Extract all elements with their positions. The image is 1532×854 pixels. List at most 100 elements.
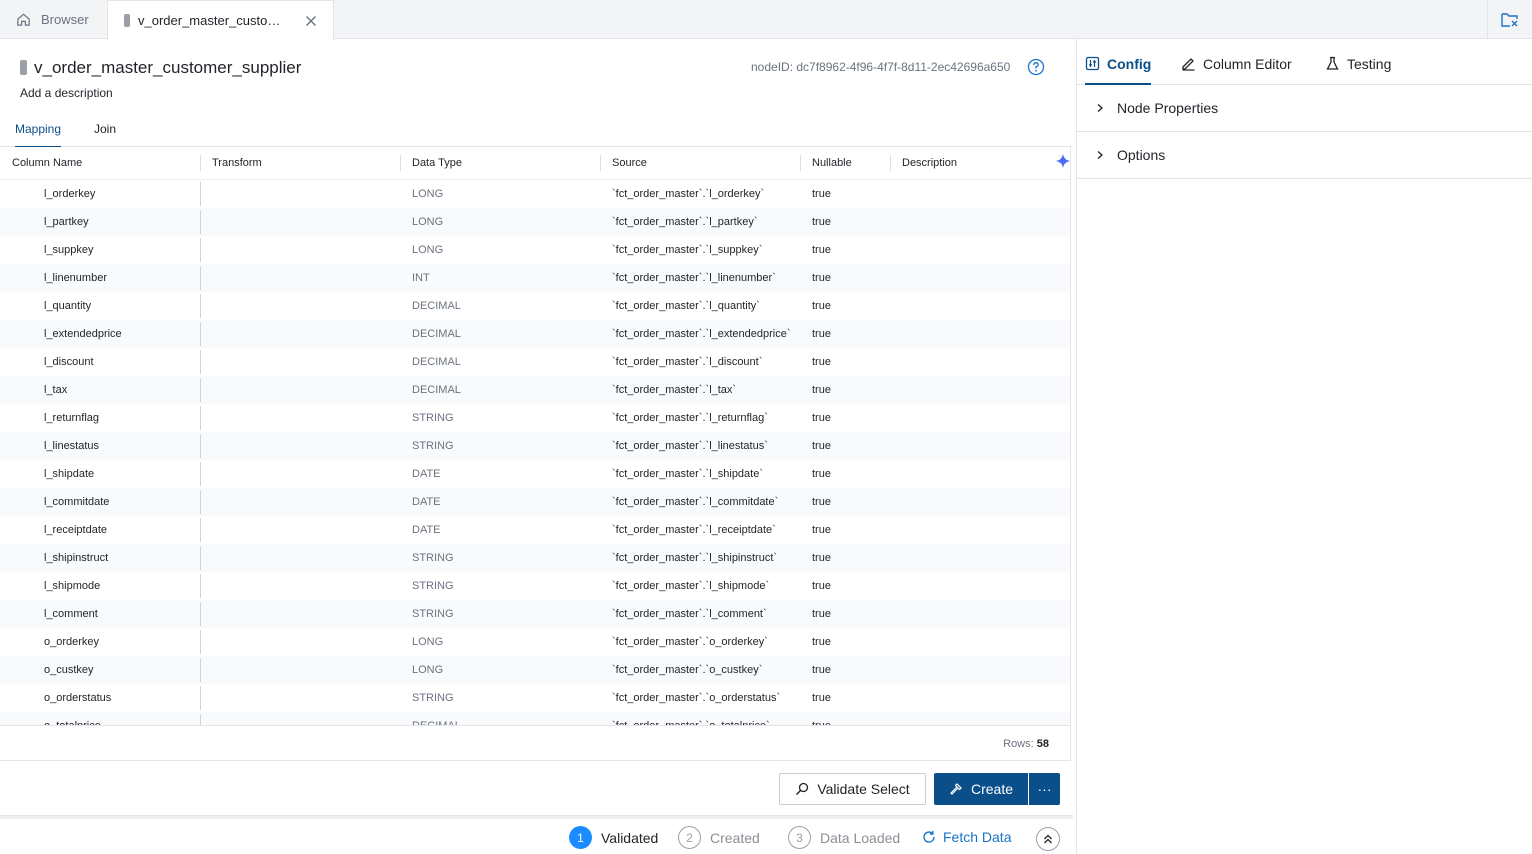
table-row[interactable]: l_orderkey LONG `fct_order_master`.`l_orde… (0, 180, 1070, 208)
table-row[interactable]: o_orderstatus STRING `fct_order_master`.`o… (0, 684, 1070, 712)
nullable-cell: true (812, 412, 831, 424)
transform-cell[interactable] (200, 546, 201, 570)
chevron-right-icon (1097, 151, 1103, 159)
source-cell: `fct_order_master`.`l_extendedprice` (612, 328, 791, 340)
tab-column-editor[interactable]: Column Editor (1181, 56, 1292, 85)
nullable-cell: true (812, 216, 831, 228)
column-divider[interactable] (600, 155, 601, 171)
step-number: 1 (569, 826, 592, 849)
table-row[interactable]: l_quantity DECIMAL `fct_order_master`.`l_q… (0, 292, 1070, 320)
header-column-name[interactable]: Column Name (12, 157, 82, 169)
tab-join[interactable]: Join (94, 122, 116, 144)
table-row[interactable]: l_commitdate DATE `fct_order_master`.`l_co… (0, 488, 1070, 516)
table-row[interactable]: l_shipinstruct STRING `fct_order_master`.`… (0, 544, 1070, 572)
more-actions-button[interactable]: ··· (1029, 773, 1060, 805)
column-name-cell: l_commitdate (44, 496, 110, 508)
node-title[interactable]: v_order_master_customer_supplier (34, 58, 301, 78)
transform-cell[interactable] (200, 294, 201, 318)
nullable-cell: true (812, 580, 831, 592)
table-row[interactable]: l_partkey LONG `fct_order_master`.`l_partk… (0, 208, 1070, 236)
close-icon[interactable] (303, 13, 319, 29)
table-footer: Rows: 58 (0, 725, 1071, 761)
transform-cell[interactable] (200, 658, 201, 682)
column-name-cell: l_returnflag (44, 412, 100, 424)
data-type-cell: DATE (412, 468, 441, 480)
transform-cell[interactable] (200, 686, 201, 710)
nullable-cell: true (812, 496, 831, 508)
table-row[interactable]: l_suppkey LONG `fct_order_master`.`l_suppk… (0, 236, 1070, 264)
search-icon (796, 782, 809, 795)
flask-icon (1326, 56, 1339, 70)
tab-testing[interactable]: Testing (1325, 56, 1391, 85)
transform-cell[interactable] (200, 322, 201, 346)
transform-cell[interactable] (200, 490, 201, 514)
transform-cell[interactable] (200, 714, 201, 725)
table-row[interactable]: o_custkey LONG `fct_order_master`.`o_custk… (0, 656, 1070, 684)
transform-cell[interactable] (200, 406, 201, 430)
header-nullable[interactable]: Nullable (812, 157, 852, 169)
column-divider[interactable] (800, 155, 801, 171)
table-row[interactable]: l_shipmode STRING `fct_order_master`.`l_sh… (0, 572, 1070, 600)
transform-cell[interactable] (200, 378, 201, 402)
table-row[interactable]: l_extendedprice DECIMAL `fct_order_master`… (0, 320, 1070, 348)
header-description[interactable]: Description (902, 157, 957, 169)
transform-cell[interactable] (200, 462, 201, 486)
transform-cell[interactable] (200, 182, 201, 206)
column-name-cell: l_quantity (44, 300, 92, 312)
column-divider[interactable] (400, 155, 401, 171)
transform-cell[interactable] (200, 518, 201, 542)
create-button[interactable]: Create (934, 773, 1028, 805)
table-row[interactable]: o_orderkey LONG `fct_order_master`.`o_orde… (0, 628, 1070, 656)
header-transform[interactable]: Transform (212, 157, 262, 169)
transform-cell[interactable] (200, 266, 201, 290)
validate-select-button[interactable]: Validate Select (779, 773, 926, 805)
close-panel-button[interactable] (1487, 0, 1532, 39)
table-row[interactable]: o_totalpriceDECIMAL`fct_order_master`.`o… (0, 712, 1070, 725)
transform-cell[interactable] (200, 238, 201, 262)
column-name-cell: l_shipmode (44, 580, 101, 592)
column-name-cell: l_partkey (44, 216, 89, 228)
transform-cell[interactable] (200, 434, 201, 458)
table-row[interactable]: l_shipdate DATE `fct_order_master`.`l_ship… (0, 460, 1070, 488)
source-cell: `fct_order_master`.`l_commitdate` (612, 496, 779, 508)
tab-config[interactable]: Config (1085, 56, 1152, 85)
tab-testing-label: Testing (1347, 56, 1392, 72)
column-divider[interactable] (200, 155, 201, 171)
sliders-icon (1085, 56, 1100, 71)
transform-cell[interactable] (200, 210, 201, 234)
tab-browser[interactable]: Browser (0, 0, 105, 39)
table-row[interactable]: l_linestatus STRING `fct_order_master`.`l_… (0, 432, 1070, 460)
header-data-type[interactable]: Data Type (412, 157, 462, 169)
section-node-properties[interactable]: Node Properties (1077, 85, 1532, 132)
tab-node[interactable]: v_order_master_customer_supplier (107, 0, 334, 40)
table-row[interactable]: l_comment STRING `fct_order_master`.`l_com… (0, 600, 1070, 628)
data-type-cell: LONG (412, 188, 444, 200)
fetch-data-button[interactable]: Fetch Data (922, 829, 1011, 845)
table-row[interactable]: l_receiptdate DATE `fct_order_master`.`l_r… (0, 516, 1070, 544)
add-description-link[interactable]: Add a description (20, 86, 113, 100)
data-type-cell: DECIMAL (412, 384, 461, 396)
table-row[interactable]: l_linenumber INT `fct_order_master`.`l_lin… (0, 264, 1070, 292)
table-row[interactable]: l_returnflag STRING `fct_order_master`.`l_… (0, 404, 1070, 432)
tab-column-editor-label: Column Editor (1203, 56, 1292, 72)
help-icon[interactable] (1027, 58, 1045, 76)
source-cell: `fct_order_master`.`l_comment` (612, 608, 767, 620)
table-row[interactable]: l_discount DECIMAL `fct_order_master`.`l_d… (0, 348, 1070, 376)
header-source[interactable]: Source (612, 157, 647, 169)
section-options[interactable]: Options (1077, 132, 1532, 179)
transform-cell[interactable] (200, 350, 201, 374)
source-cell: `fct_order_master`.`l_returnflag` (612, 412, 768, 424)
collapse-button[interactable] (1036, 827, 1060, 851)
source-cell: `fct_order_master`.`o_orderstatus` (612, 692, 781, 704)
transform-cell[interactable] (200, 574, 201, 598)
transform-cell[interactable] (200, 602, 201, 626)
data-type-cell: STRING (412, 552, 454, 564)
ai-sparkle-icon[interactable] (1055, 153, 1071, 169)
transform-cell[interactable] (200, 630, 201, 654)
source-cell: `fct_order_master`.`l_linestatus` (612, 440, 768, 452)
table-row[interactable]: l_tax DECIMAL `fct_order_master`.`l_tax` tr… (0, 376, 1070, 404)
tab-mapping[interactable]: Mapping (15, 122, 62, 148)
column-divider[interactable] (890, 155, 891, 171)
data-type-cell: DATE (412, 496, 441, 508)
section-label: Node Properties (1117, 100, 1219, 116)
